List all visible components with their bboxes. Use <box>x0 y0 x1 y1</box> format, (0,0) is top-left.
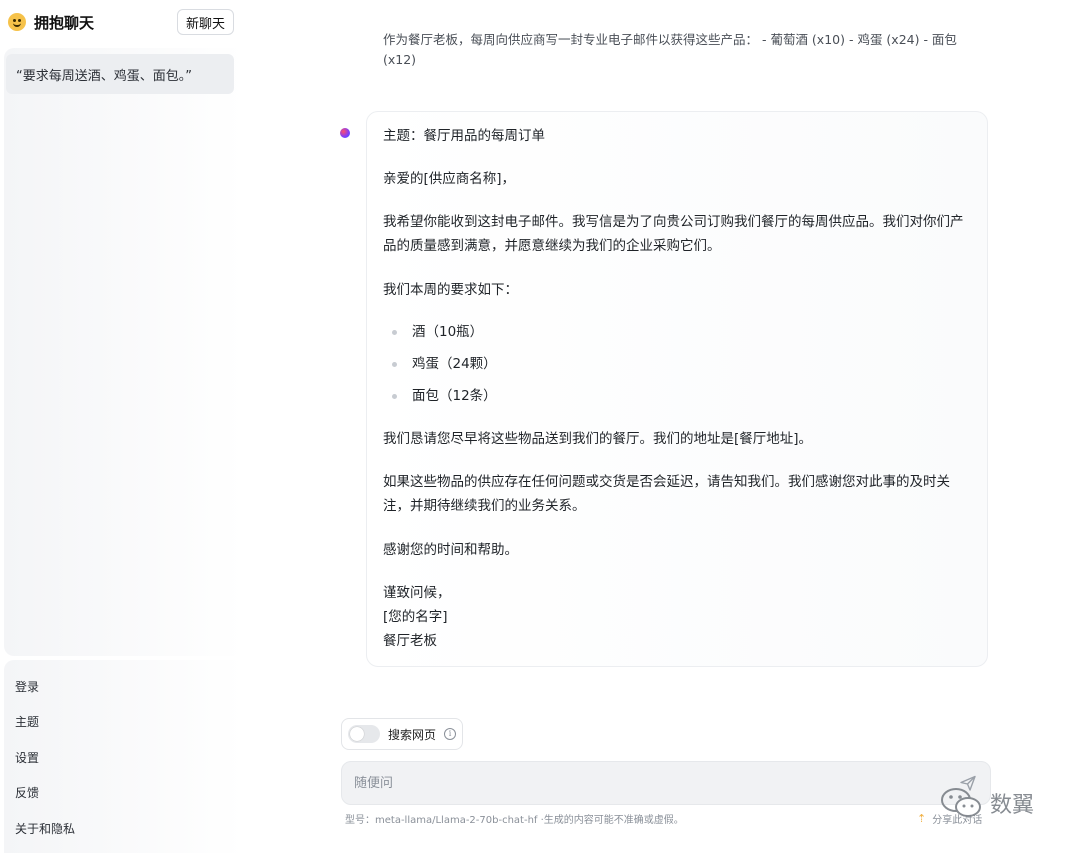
list-bullet <box>392 394 397 399</box>
new-chat-button[interactable]: 新聊天 <box>176 9 234 35</box>
login-link[interactable]: 登录 <box>15 678 39 695</box>
list-bullet <box>392 330 397 335</box>
wechat-icon <box>941 788 981 817</box>
email-paragraph-3: 我们恳请您尽早将这些物品送到我们的餐厅。我们的地址是[餐厅地址]。 <box>383 431 813 447</box>
feedback-link[interactable]: 反馈 <box>15 784 39 801</box>
info-icon[interactable]: i <box>444 728 457 740</box>
settings-link[interactable]: 设置 <box>15 749 39 766</box>
web-search-label: 搜索网页 <box>388 727 437 742</box>
email-greeting: 亲爱的[供应商名称]， <box>383 171 516 187</box>
email-signature-name: [您的名字] <box>383 609 448 625</box>
email-closing: 谨致问候， <box>383 585 451 601</box>
watermark: 数翼 <box>940 786 1034 820</box>
model-disclaimer: 型号：meta-llama/Llama-2-70b-chat-hf ·生成的内容… <box>345 815 684 826</box>
chat-input-container <box>341 761 991 805</box>
toggle-switch[interactable] <box>348 725 380 743</box>
email-paragraph-1: 我希望你能收到这封电子邮件。我写信是为了向贵公司订购我们餐厅的每周供应品。我们对… <box>383 214 964 254</box>
share-icon: ⇡ <box>917 812 927 825</box>
about-privacy-link[interactable]: 关于和隐私 <box>15 820 75 837</box>
brand-row: 拥抱聊天 新聊天 <box>8 8 234 36</box>
email-paragraph-2: 我们本周的要求如下： <box>383 282 518 298</box>
list-item: 面包（12条） <box>412 388 497 404</box>
email-subject: 主题：餐厅用品的每周订单 <box>383 128 545 144</box>
list-item: 鸡蛋（24颗） <box>412 356 497 372</box>
hugging-face-logo-icon <box>8 13 26 31</box>
email-paragraph-4: 如果这些物品的供应存在任何问题或交货是否会延迟，请告知我们。我们感谢您对此事的及… <box>383 474 950 514</box>
theme-link[interactable]: 主题 <box>15 713 39 730</box>
web-search-toggle[interactable]: 搜索网页 i <box>341 718 463 750</box>
chat-input[interactable] <box>352 762 932 804</box>
brand-title: 拥抱聊天 <box>34 13 95 32</box>
email-paragraph-5: 感谢您的时间和帮助。 <box>383 542 518 558</box>
sidebar-footer: 登录 主题 设置 反馈 关于和隐私 <box>4 660 244 853</box>
assistant-avatar-icon <box>340 128 350 138</box>
list-item: 酒（10瓶） <box>412 324 484 340</box>
chat-history-item[interactable]: “要求每周送酒、鸡蛋、面包。” <box>6 54 234 94</box>
chat-history-panel: “要求每周送酒、鸡蛋、面包。” <box>4 48 244 656</box>
list-bullet <box>392 362 397 367</box>
watermark-text: 数翼 <box>990 793 1035 818</box>
email-signature-title: 餐厅老板 <box>383 633 437 649</box>
sidebar: 拥抱聊天 新聊天 “要求每周送酒、鸡蛋、面包。” 登录 主题 设置 反馈 关于和… <box>0 0 244 853</box>
user-message: 作为餐厅老板，每周向供应商写一封专业电子邮件以获得这些产品： - 葡萄酒 (x1… <box>383 32 957 67</box>
toggle-knob <box>350 727 364 741</box>
